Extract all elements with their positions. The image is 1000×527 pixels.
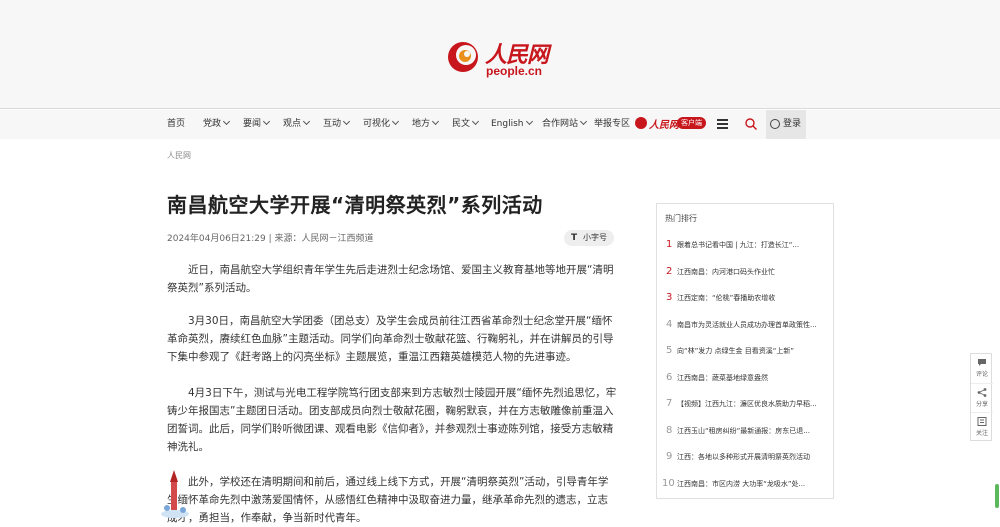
site-header: 人民网 people.cn [0,0,1000,109]
list-item[interactable]: 10 江西南昌：市区内涝 大功率“龙吸水”处... [657,476,835,502]
share-button[interactable]: 分享 [971,383,993,412]
rank-link[interactable]: 跟着总书记看中国 | 九江：打造长江“... [677,240,827,250]
article-paragraph: 此外，学校还在清明期间和前后，通过线上线下方式，开展“清明祭英烈”活动，引导青年… [167,476,609,524]
bookmark-icon [977,417,987,426]
rank-link[interactable]: 【视频】江西九江：濂区优良水质助力早稻... [677,399,827,409]
login-button[interactable]: 登录 [766,110,806,139]
follow-label: 关注 [975,430,988,437]
article-title: 南昌航空大学开展“清明祭英烈”系列活动 [167,193,543,217]
list-item[interactable]: 7 【视频】江西九江：濂区优良水质助力早稻... [657,396,835,422]
follow-button[interactable]: 关注 [971,412,993,441]
font-size-label: 小字号 [583,233,607,242]
nav-item-partners[interactable]: 合作网站 [542,110,588,139]
hot-ranking-panel: 热门排行 1 跟着总书记看中国 | 九江：打造长江“... 2 江西南昌：内河港口码… [656,203,834,499]
user-icon [770,119,780,129]
main-nav: 首页 党政 要闻 观点 互动 可视化 地方 民文 English 合作网站 举报… [0,110,1000,139]
hamburger-icon[interactable] [717,119,728,129]
nav-item-party[interactable]: 党政 [203,110,231,139]
site-logo[interactable]: 人民网 people.cn [445,37,565,81]
chevron-down-icon [302,117,311,126]
article-paragraph: 近日，南昌航空大学组织青年学生先后走进烈士纪念场馆、爱国主义教育基地等地开展“清… [167,264,614,294]
comment-icon [978,359,986,366]
search-icon[interactable] [745,118,757,130]
nav-item-visual[interactable]: 可视化 [363,110,400,139]
nav-item-news[interactable]: 要闻 [243,110,271,139]
rank-link[interactable]: 江西南昌：内河港口码头作业忙 [677,267,827,277]
chevron-down-icon [525,117,533,126]
nav-item-opinion[interactable]: 观点 [283,110,311,139]
scrollbar-thumb[interactable] [995,484,999,508]
font-size-icon: T [571,233,578,243]
chevron-down-icon [391,117,400,126]
list-item[interactable]: 5 向“林”发力 点绿生金 目看资溪“上新” [657,343,835,369]
people-logo-icon [448,42,478,72]
floating-ad-decoration[interactable] [157,468,197,520]
login-label: 登录 [783,119,802,129]
rank-number: 10 [662,477,675,489]
share-label: 分享 [975,401,988,408]
rank-link[interactable]: 江西南昌：市区内涝 大功率“龙吸水”处... [677,479,827,489]
list-item[interactable]: 2 江西南昌：内河港口码头作业忙 [657,264,835,290]
app-badge: 客户端 [677,117,706,129]
breadcrumb[interactable]: 人民网 [167,150,191,161]
chevron-down-icon [262,117,271,126]
rank-link[interactable]: 江西南昌：蔬菜基地绿意盎然 [677,373,827,383]
nav-item-local[interactable]: 地方 [412,110,440,139]
share-icon [977,388,987,397]
floating-action-bar: 评论 分享 关注 [970,353,993,441]
list-item[interactable]: 9 江西：各地以多种形式开展清明祭英烈活动 [657,449,835,475]
rank-link[interactable]: 江西定南：“伦桃”春播助农增收 [677,293,827,303]
logo-text-en: people.cn [486,64,543,78]
list-item[interactable]: 3 江西定南：“伦桃”春播助农增收 [657,290,835,316]
article-paragraph: 3月30日，南昌航空大学团委（团总支）及学生会成员前往江西省革命烈士纪念堂开展“… [167,315,614,363]
nav-item-interact[interactable]: 互动 [323,110,351,139]
hot-ranking-title: 热门排行 [665,214,697,223]
rank-link[interactable]: 南昌市为灵活就业人员成功办理首单政策性... [677,320,827,330]
list-item[interactable]: 6 江西南昌：蔬菜基地绿意盎然 [657,370,835,396]
list-item[interactable]: 8 江西玉山“租房纠纷”最新通报：房东已退... [657,423,835,449]
chevron-down-icon [579,117,588,126]
chevron-down-icon [222,117,231,126]
chevron-down-icon [471,117,480,126]
rank-link[interactable]: 江西：各地以多种形式开展清明祭英烈活动 [677,452,827,462]
comment-label: 评论 [975,371,988,378]
list-item[interactable]: 1 跟着总书记看中国 | 九江：打造长江“... [657,237,835,263]
chevron-down-icon [431,117,440,126]
nav-item-minority[interactable]: 民文 [452,110,480,139]
article-paragraph: 4月3日下午，测试与光电工程学院笃行团支部来到方志敏烈士陵园开展“缅怀先烈追思忆… [167,387,617,453]
nav-item-english[interactable]: English [491,110,533,139]
nav-item-report[interactable]: 举报专区 [594,110,630,139]
app-logo-icon [635,117,647,129]
chevron-down-icon [342,117,351,126]
article-meta: 2024年04月06日21:29 | 来源：人民网－江西频道 [167,234,374,244]
rank-link[interactable]: 江西玉山“租房纠纷”最新通报：房东已退... [677,426,827,436]
rank-link[interactable]: 向“林”发力 点绿生金 目看资溪“上新” [677,346,827,356]
comment-button[interactable]: 评论 [971,354,993,383]
list-item[interactable]: 4 南昌市为灵活就业人员成功办理首单政策性... [657,317,835,343]
font-size-toggle[interactable]: T 小字号 [564,230,614,246]
nav-item-home[interactable]: 首页 [167,110,185,139]
